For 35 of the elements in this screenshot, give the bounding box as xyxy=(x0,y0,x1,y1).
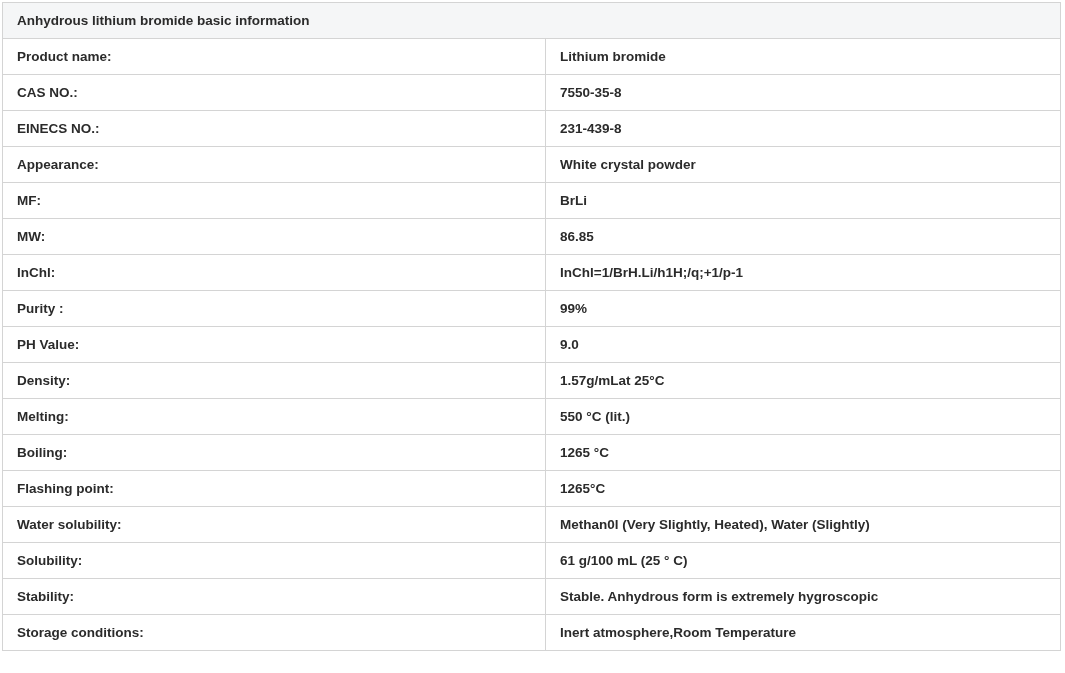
property-value: Inert atmosphere,Room Temperature xyxy=(545,614,1061,651)
property-value: InChl=1/BrH.Li/h1H;/q;+1/p-1 xyxy=(545,254,1061,291)
property-label: Storage conditions: xyxy=(2,614,546,651)
property-label: Appearance: xyxy=(2,146,546,183)
property-value: 9.0 xyxy=(545,326,1061,363)
property-label: Water solubility: xyxy=(2,506,546,543)
property-value: 7550-35-8 xyxy=(545,74,1061,111)
property-value: 86.85 xyxy=(545,218,1061,255)
property-label: Melting: xyxy=(2,398,546,435)
property-label: MF: xyxy=(2,182,546,219)
property-label: Density: xyxy=(2,362,546,399)
property-label: Stability: xyxy=(2,578,546,615)
property-label: PH Value: xyxy=(2,326,546,363)
property-label: Product name: xyxy=(2,38,546,75)
property-label: CAS NO.: xyxy=(2,74,546,111)
property-label: Flashing point: xyxy=(2,470,546,507)
property-value: Lithium bromide xyxy=(545,38,1061,75)
property-value: 1265°C xyxy=(545,470,1061,507)
property-value: Methan0l (Very Slightly, Heated), Water (Slightly) xyxy=(545,506,1061,543)
property-value: 99% xyxy=(545,290,1061,327)
property-value: 1.57g/mLat 25°C xyxy=(545,362,1061,399)
property-label: Boiling: xyxy=(2,434,546,471)
property-label: Purity : xyxy=(2,290,546,327)
property-value: 1265 °C xyxy=(545,434,1061,471)
property-value: White crystal powder xyxy=(545,146,1061,183)
property-value: 61 g/100 mL (25 ° C) xyxy=(545,542,1061,579)
property-label: Solubility: xyxy=(2,542,546,579)
property-label: MW: xyxy=(2,218,546,255)
property-value: 231-439-8 xyxy=(545,110,1061,147)
property-value: Stable. Anhydrous form is extremely hygroscopic xyxy=(545,578,1061,615)
property-value: 550 °C (lit.) xyxy=(545,398,1061,435)
property-value: BrLi xyxy=(545,182,1061,219)
table-title: Anhydrous lithium bromide basic information xyxy=(2,2,1061,39)
property-label: InChl: xyxy=(2,254,546,291)
property-label: EINECS NO.: xyxy=(2,110,546,147)
